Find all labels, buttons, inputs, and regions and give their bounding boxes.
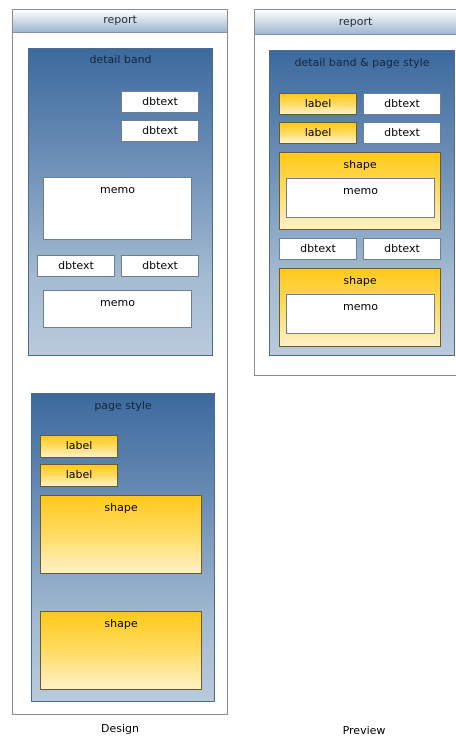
preview-shape-2-label: shape [343,274,377,287]
preview-dbtext-1: dbtext [363,93,441,115]
preview-dbtext-4: dbtext [363,238,441,260]
preview-report-header: report [255,10,456,35]
design-shape-1-label: shape [104,501,138,514]
design-dbtext-2: dbtext [121,120,199,142]
design-shape-1: shape [40,495,202,574]
design-memo-1-label: memo [100,183,135,196]
design-label-1: label [40,435,118,458]
preview-dbtext-3: dbtext [279,238,357,260]
preview-memo-1-label: memo [343,184,378,197]
design-dbtext-4: dbtext [121,255,199,277]
preview-label-2: label [279,122,357,144]
preview-shape-1-label: shape [343,158,377,171]
design-memo-1: memo [43,177,192,240]
preview-label-1: label [279,93,357,115]
preview-memo-1: memo [286,178,435,218]
preview-memo-2: memo [286,294,435,334]
design-memo-2: memo [43,290,192,328]
design-memo-2-label: memo [100,296,135,309]
design-caption: Design [101,722,139,735]
preview-band-title: detail band & page style [294,56,430,69]
preview-caption: Preview [342,724,386,737]
design-shape-2-label: shape [104,617,138,630]
preview-dbtext-2: dbtext [363,122,441,144]
design-report-header: report [13,10,227,33]
design-dbtext-1: dbtext [121,91,199,113]
design-label-2: label [40,464,118,487]
design-shape-2: shape [40,611,202,690]
page-style-title: page style [94,399,152,412]
detail-band-title: detail band [89,53,152,66]
design-dbtext-3: dbtext [37,255,115,277]
preview-memo-2-label: memo [343,300,378,313]
